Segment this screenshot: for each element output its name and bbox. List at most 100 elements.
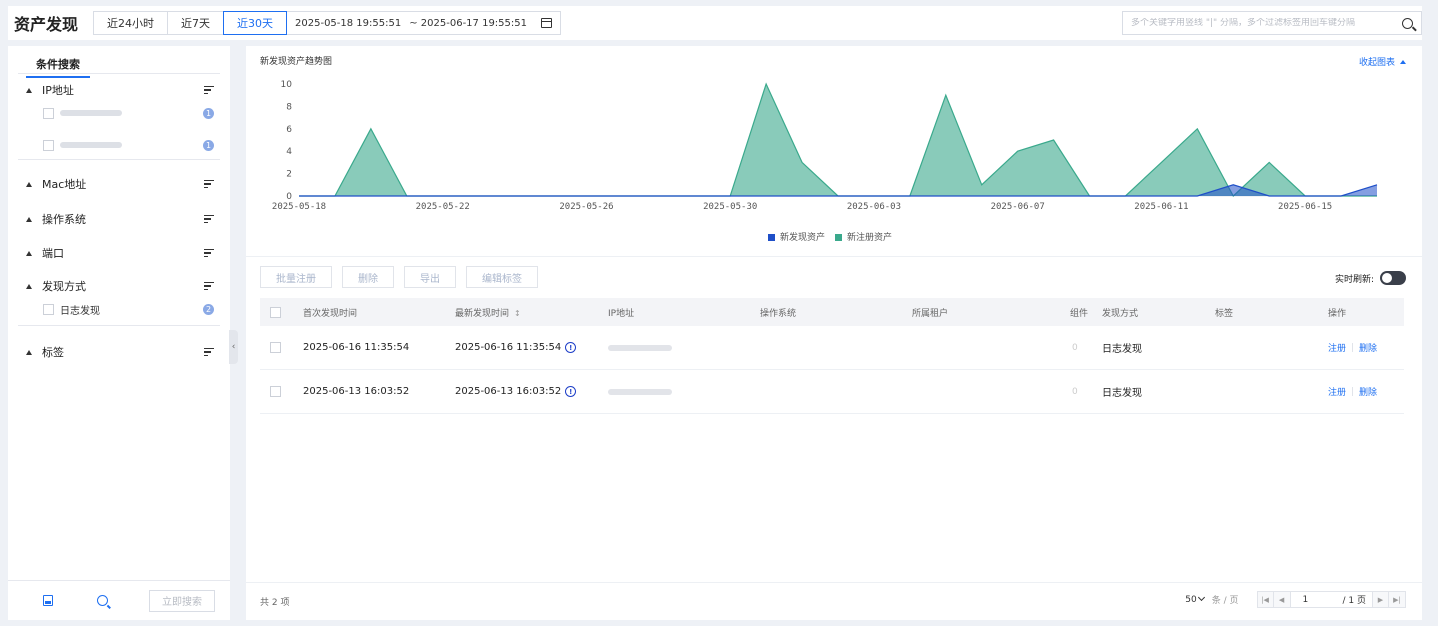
asset-table: 首次发现时间 最新发现时间 ↕ IP地址 操作系统 所属租户 组件 发现方式 标签… — [260, 298, 1404, 414]
x-tick-label: 2025-06-03 — [847, 202, 901, 212]
components-cell: 0 — [1072, 342, 1078, 353]
redacted-ip — [60, 110, 122, 116]
y-tick-label: 6 — [286, 125, 292, 135]
range-7d-button[interactable]: 近7天 — [167, 11, 225, 35]
filter-sort-icon[interactable] — [204, 248, 214, 258]
x-tick-label: 2025-05-18 — [272, 202, 326, 212]
first-page-button[interactable]: |◀ — [1256, 591, 1274, 608]
pagination: 50 条 / 页 |◀ ◀ 1 / 1 页 ▶ ▶| — [1185, 591, 1406, 608]
sort-icon[interactable]: ↕ — [514, 309, 521, 318]
trend-chart: 0 2 4 6 8 10 2025-05-18 2025-05-22 2025-05-26 202… — [272, 80, 1378, 212]
search-icon[interactable] — [1402, 17, 1413, 29]
range-24h-button[interactable]: 近24小时 — [93, 11, 169, 35]
delete-link[interactable]: 删除 — [1359, 388, 1377, 398]
filter-group-header[interactable]: 标签 — [8, 341, 230, 363]
last-seen-value: 2025-06-16 11:35:54 — [455, 341, 562, 353]
divider — [246, 582, 1422, 583]
column-header-sortable[interactable]: 最新发现时间 ↕ — [455, 306, 521, 319]
legend-label: 新发现资产 — [780, 233, 826, 243]
filter-group-header[interactable]: 发现方式 — [8, 275, 230, 297]
chevron-left-icon: ‹ — [231, 342, 236, 352]
last-page-button[interactable]: ▶| — [1389, 591, 1406, 608]
filter-option-label: 日志发现 — [60, 305, 100, 317]
top-bar: 资产发现 近24小时 近7天 近30天 2025-05-18 19:55:51 … — [8, 6, 1422, 40]
batch-register-button[interactable]: 批量注册 — [260, 266, 332, 288]
column-header: 标签 — [1215, 308, 1234, 319]
register-link[interactable]: 注册 — [1328, 344, 1346, 354]
filter-group-header[interactable]: 操作系统 — [8, 208, 230, 230]
filter-group-label: 标签 — [42, 346, 64, 359]
filter-option[interactable]: 1 — [8, 101, 230, 125]
divider — [246, 256, 1422, 257]
info-icon[interactable]: ! — [565, 342, 577, 354]
filter-sort-icon[interactable] — [204, 347, 214, 357]
filter-group-os: 操作系统 — [8, 208, 230, 230]
next-page-button[interactable]: ▶ — [1372, 591, 1389, 608]
realtime-toggle[interactable] — [1380, 271, 1406, 285]
legend-item[interactable]: 新发现资产 — [768, 230, 825, 243]
zoom-in-icon[interactable] — [97, 595, 108, 606]
main-panel: 新发现资产趋势图 收起图表 0 2 4 6 8 10 2025-05-18 2025-05-2… — [246, 46, 1422, 620]
filter-group-header[interactable]: IP地址 — [8, 79, 230, 101]
save-icon[interactable] — [43, 595, 53, 606]
filter-sidebar: 条件搜索 IP地址 1 1 Mac地址 操作系统 端口 发现方式 日志发现 2 … — [8, 46, 230, 620]
filter-group-label: IP地址 — [42, 84, 74, 97]
export-button[interactable]: 导出 — [404, 266, 456, 288]
select-all-checkbox[interactable] — [270, 306, 281, 318]
page-number-input[interactable]: 1 — [1290, 591, 1337, 608]
filter-group-header[interactable]: 端口 — [8, 242, 230, 264]
filter-group-header[interactable]: Mac地址 — [8, 173, 230, 195]
legend-item[interactable]: 新注册资产 — [835, 230, 892, 243]
date-range-picker[interactable]: 2025-05-18 19:55:51 ~ 2025-06-17 19:55:5… — [286, 11, 561, 35]
column-header: 组件 — [1070, 308, 1089, 319]
filter-group-label: 操作系统 — [42, 213, 86, 226]
row-checkbox[interactable] — [270, 342, 281, 353]
caret-up-icon — [26, 283, 32, 289]
search-now-button[interactable]: 立即搜索 — [149, 589, 215, 612]
filter-sort-icon[interactable] — [204, 85, 214, 95]
first-seen-cell: 2025-06-13 16:03:52 — [303, 386, 410, 397]
redacted-ip — [60, 142, 122, 148]
last-seen-cell: 2025-06-16 11:35:54! — [455, 341, 577, 354]
register-link[interactable]: 注册 — [1328, 388, 1346, 398]
column-header: 操作系统 — [760, 308, 797, 319]
tab-condition-search[interactable]: 条件搜索 — [26, 56, 90, 78]
filter-sort-icon[interactable] — [204, 281, 214, 291]
delete-link[interactable]: 删除 — [1359, 344, 1377, 354]
redacted-ip — [608, 388, 672, 395]
collapse-chart-link[interactable]: 收起图表 — [1359, 55, 1406, 68]
checkbox[interactable] — [43, 303, 54, 315]
x-tick-label: 2025-06-11 — [1134, 202, 1188, 212]
x-tick-label: 2025-05-30 — [703, 202, 757, 212]
caret-up-icon — [26, 181, 32, 187]
method-cell: 日志发现 — [1102, 344, 1142, 355]
filter-sort-icon[interactable] — [204, 179, 214, 189]
redacted-ip — [608, 344, 672, 351]
range-30d-button[interactable]: 近30天 — [223, 11, 288, 35]
filter-group-method: 发现方式 日志发现 2 — [8, 275, 230, 321]
page-size-select[interactable]: 50 — [1185, 593, 1207, 605]
row-checkbox[interactable] — [270, 386, 281, 397]
y-tick-label: 8 — [286, 102, 292, 112]
checkbox[interactable] — [43, 139, 54, 151]
prev-page-button[interactable]: ◀ — [1273, 591, 1291, 608]
checkbox[interactable] — [43, 107, 54, 119]
x-tick-label: 2025-06-07 — [991, 202, 1045, 212]
sidebar-collapse-handle[interactable]: ‹ — [229, 330, 238, 364]
filter-group-mac: Mac地址 — [8, 173, 230, 195]
x-tick-label: 2025-05-26 — [559, 202, 613, 212]
divider — [18, 325, 220, 326]
page-size-value: 50 — [1185, 594, 1197, 605]
column-header: 操作 — [1328, 308, 1347, 319]
filter-option[interactable]: 日志发现 2 — [8, 297, 230, 321]
edit-tags-button[interactable]: 编辑标签 — [466, 266, 538, 288]
filter-option[interactable]: 1 — [8, 133, 230, 157]
y-tick-label: 10 — [281, 80, 293, 90]
filter-group-label: 发现方式 — [42, 280, 86, 293]
divider — [1352, 387, 1354, 396]
delete-button[interactable]: 删除 — [342, 266, 394, 288]
info-icon[interactable]: ! — [565, 386, 577, 398]
filter-sort-icon[interactable] — [204, 214, 214, 224]
caret-up-icon — [26, 250, 32, 256]
search-input[interactable] — [1131, 18, 1402, 28]
